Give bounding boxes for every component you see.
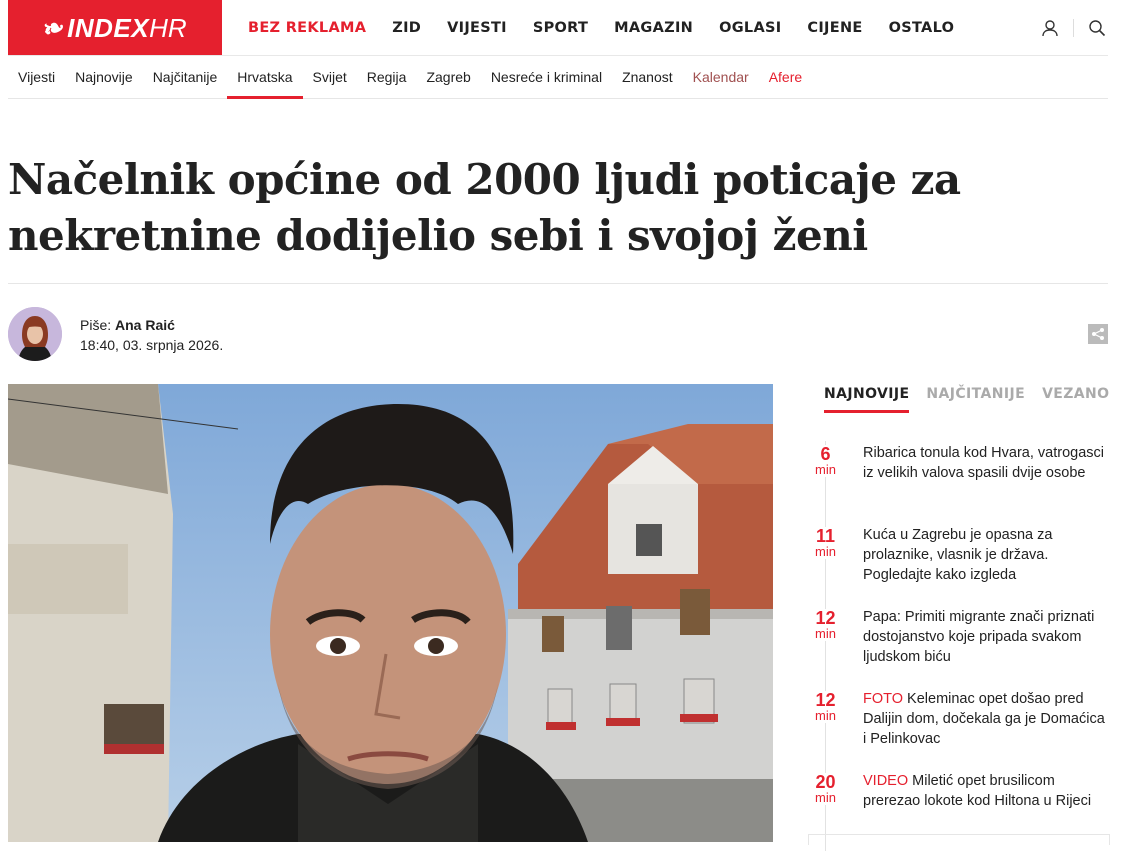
news-time: 12 min — [808, 691, 843, 723]
main-nav-ostalo[interactable]: OSTALO — [889, 20, 955, 36]
news-time: 6 min — [808, 445, 843, 477]
sub-nav: Vijesti Najnovije Najčitanije Hrvatska S… — [8, 56, 1108, 99]
author-line: Piše: Ana Raić — [80, 315, 223, 335]
sidebar-widget-edge — [808, 834, 1110, 845]
chili-icon: ❧ — [39, 10, 69, 45]
sub-nav-kalendar[interactable]: Kalendar — [683, 56, 759, 98]
main-nav-zid[interactable]: ZID — [392, 20, 421, 36]
list-item[interactable]: 11 min Kuća u Zagrebu je opasna za prolaz… — [808, 523, 1108, 605]
sub-nav-zagreb[interactable]: Zagreb — [416, 56, 480, 98]
author-avatar[interactable] — [8, 307, 62, 361]
main-nav: BEZ REKLAMA ZID VIJESTI SPORT MAGAZIN OG… — [248, 0, 980, 56]
sub-nav-najcitanije[interactable]: Najčitanije — [143, 56, 228, 98]
author-prefix: Piše: — [80, 317, 112, 333]
list-item[interactable]: 12 min Papa: Primiti migrante znači prizn… — [808, 605, 1108, 687]
news-headline[interactable]: Papa: Primiti migrante znači priznati do… — [863, 607, 1108, 667]
foto-tag: FOTO — [863, 691, 904, 707]
sub-nav-hrvatska[interactable]: Hrvatska — [227, 56, 303, 99]
main-nav-vijesti[interactable]: VIJESTI — [447, 20, 507, 36]
article-hero-image[interactable] — [8, 384, 773, 842]
list-item[interactable]: 12 min FOTO Keleminac opet došao pred Dal… — [808, 687, 1108, 769]
sub-nav-nesrece[interactable]: Nesreće i kriminal — [481, 56, 612, 98]
search-icon[interactable] — [1086, 17, 1108, 39]
sub-nav-afere[interactable]: Afere — [759, 56, 812, 98]
news-time: 11 min — [808, 527, 843, 559]
logo-suffix: HR — [149, 12, 187, 43]
news-headline[interactable]: FOTO Keleminac opet došao pred Dalijin d… — [863, 689, 1108, 749]
news-time: 20 min — [808, 773, 843, 805]
tab-najcitanije[interactable]: NAJČITANIJE — [926, 386, 1025, 413]
share-icon — [1092, 328, 1104, 340]
article-title: Načelnik općine od 2000 ljudi poticaje z… — [8, 155, 961, 260]
main-nav-sport[interactable]: SPORT — [533, 20, 588, 36]
news-headline[interactable]: Ribarica tonula kod Hvara, vatrogasci iz… — [863, 443, 1108, 483]
header-actions — [1039, 17, 1108, 39]
publish-datetime: 18:40, 03. srpnja 2026. — [80, 337, 224, 353]
video-tag: VIDEO — [863, 773, 909, 789]
author-name[interactable]: Ana Raić — [115, 317, 175, 333]
top-header: ❧ INDEX HR BEZ REKLAMA ZID VIJESTI SPORT … — [0, 0, 1122, 56]
sidebar-tabs: NAJNOVIJE NAJČITANIJE VEZANO — [824, 386, 1122, 413]
latest-news-list: 6 min Ribarica tonula kod Hvara, vatrogas… — [808, 441, 1108, 851]
site-logo[interactable]: ❧ INDEX HR — [8, 0, 222, 56]
header-separator — [1073, 19, 1074, 37]
sub-nav-znanost[interactable]: Znanost — [612, 56, 683, 98]
news-time: 12 min — [808, 609, 843, 641]
logo-brand: INDEX — [67, 12, 150, 43]
sub-nav-najnovije[interactable]: Najnovije — [65, 56, 143, 98]
main-nav-magazin[interactable]: MAGAZIN — [614, 20, 693, 36]
sub-nav-vijesti[interactable]: Vijesti — [8, 56, 65, 98]
list-item[interactable]: 6 min Ribarica tonula kod Hvara, vatrogas… — [808, 441, 1108, 523]
sub-nav-regija[interactable]: Regija — [357, 56, 417, 98]
user-icon[interactable] — [1039, 17, 1061, 39]
main-nav-cijene[interactable]: CIJENE — [807, 20, 862, 36]
tab-vezano[interactable]: VEZANO — [1042, 386, 1109, 413]
news-headline[interactable]: Kuća u Zagrebu je opasna za prolaznike, … — [863, 525, 1108, 585]
tab-najnovije[interactable]: NAJNOVIJE — [824, 386, 910, 413]
byline: Piše: Ana Raić 18:40, 03. srpnja 2026. — [80, 315, 223, 355]
main-nav-oglasi[interactable]: OGLASI — [719, 20, 781, 36]
sub-nav-svijet[interactable]: Svijet — [303, 56, 357, 98]
title-divider — [8, 283, 1108, 284]
main-nav-bez-reklama[interactable]: BEZ REKLAMA — [248, 20, 366, 36]
share-button[interactable] — [1088, 324, 1108, 344]
news-headline[interactable]: VIDEO Miletić opet brusilicom prerezao l… — [863, 771, 1108, 811]
